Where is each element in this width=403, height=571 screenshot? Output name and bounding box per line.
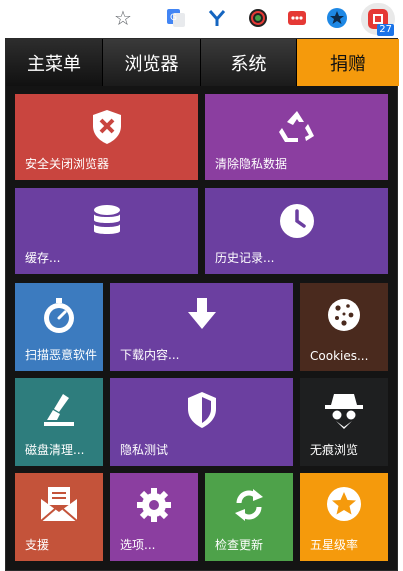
clock-icon <box>278 202 316 240</box>
tile-label: 检查更新 <box>215 538 264 552</box>
tab-main-menu[interactable]: 主菜单 <box>6 39 103 86</box>
tile-label: 历史记录... <box>215 251 275 265</box>
tile-scan-malware[interactable]: 扫描恶意软件 <box>15 283 103 371</box>
tile-cache[interactable]: 缓存... <box>15 188 198 274</box>
stopwatch-icon <box>41 297 77 335</box>
tile-label: 无痕浏览 <box>310 443 359 457</box>
tile-incognito-browsing[interactable]: 无痕浏览 <box>300 378 388 466</box>
tile-history[interactable]: 历史记录... <box>205 188 388 274</box>
star-extension-icon[interactable] <box>325 6 349 30</box>
refresh-arrows-icon <box>231 487 267 523</box>
tile-check-updates[interactable]: 检查更新 <box>205 473 293 561</box>
more-extension-icon[interactable] <box>285 6 309 30</box>
envelope-letter-icon <box>39 485 79 523</box>
cookie-icon <box>326 297 362 333</box>
download-arrow-icon <box>186 297 218 331</box>
recycle-icon <box>278 108 316 144</box>
tile-label: 磁盘清理... <box>25 443 85 457</box>
tile-label: 下载内容... <box>120 348 180 362</box>
database-icon <box>92 204 122 238</box>
tile-privacy-test[interactable]: 隐私测试 <box>110 378 293 466</box>
tile-five-star-rating[interactable]: 五星级率 <box>300 473 388 561</box>
tile-label: 五星级率 <box>310 538 359 552</box>
tile-disk-cleanup[interactable]: 磁盘清理... <box>15 378 103 466</box>
tile-label: 隐私测试 <box>120 443 169 457</box>
tile-safe-close-browser[interactable]: 安全关闭浏览器 <box>15 94 198 180</box>
tile-clear-private-data[interactable]: 清除隐私数据 <box>205 94 388 180</box>
y-extension-icon[interactable] <box>205 6 229 30</box>
tile-support[interactable]: 支援 <box>15 473 103 561</box>
broom-icon <box>41 392 77 428</box>
camera-extension-icon[interactable] <box>246 6 270 30</box>
tile-label: 扫描恶意软件 <box>25 348 98 362</box>
gear-icon <box>136 487 172 523</box>
browser-toolbar: ☆ G 27 <box>0 0 403 36</box>
tile-downloads[interactable]: 下载内容... <box>110 283 293 371</box>
active-extension-button[interactable]: 27 <box>361 3 395 36</box>
bookmark-star-icon[interactable]: ☆ <box>111 6 135 30</box>
shield-x-icon <box>90 108 124 146</box>
tab-browser[interactable]: 浏览器 <box>103 39 201 86</box>
tab-bar: 主菜单 浏览器 系统 捐赠 <box>6 39 399 86</box>
tile-label: 支援 <box>25 538 50 552</box>
svg-text:G: G <box>170 13 177 23</box>
tab-donate[interactable]: 捐赠 <box>297 39 399 86</box>
tile-label: 清除隐私数据 <box>215 157 288 171</box>
star-circle-icon <box>325 485 363 523</box>
tile-cookies[interactable]: Cookies... <box>300 283 388 371</box>
extension-popup: 主菜单 浏览器 系统 捐赠 安全关闭浏览器 清除隐私数据 缓存... 历史记录.… <box>5 38 399 571</box>
translate-extension-icon[interactable]: G <box>164 6 188 30</box>
tile-label: 安全关闭浏览器 <box>25 157 110 171</box>
tab-system[interactable]: 系统 <box>201 39 297 86</box>
tile-label: 缓存... <box>25 251 61 265</box>
tile-options[interactable]: 选项... <box>110 473 198 561</box>
incognito-spy-icon <box>323 390 365 430</box>
tile-label: 选项... <box>120 538 156 552</box>
tile-label: Cookies... <box>310 349 369 363</box>
shield-half-icon <box>186 390 218 430</box>
extension-badge-count: 27 <box>377 24 394 36</box>
